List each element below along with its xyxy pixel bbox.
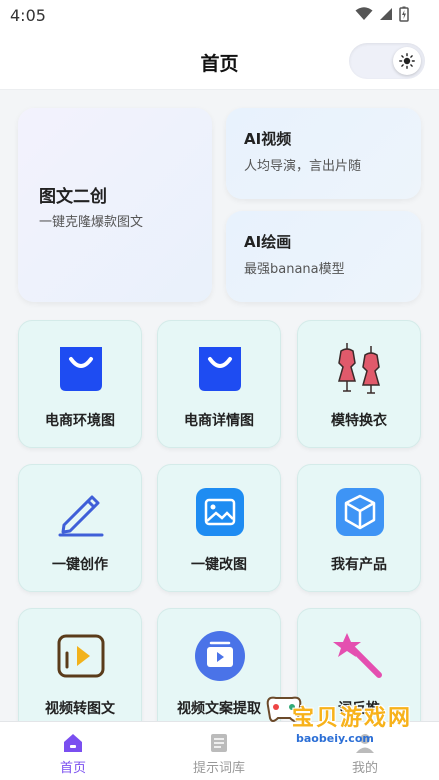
cube-icon	[333, 485, 387, 539]
tool-label: 视频转图文	[45, 701, 115, 717]
status-icons	[355, 6, 409, 22]
feature-card-title: 图文二创	[39, 187, 107, 207]
theme-toggle[interactable]	[349, 43, 425, 79]
tool-my-product[interactable]: 我有产品	[297, 464, 421, 592]
tool-model-outfit[interactable]: 模特换衣	[297, 320, 421, 448]
battery-icon	[399, 6, 409, 22]
home-icon	[64, 734, 82, 752]
tool-one-click-create[interactable]: 一键创作	[18, 464, 142, 592]
watermark-url: baobeiy.com	[296, 732, 374, 745]
shopping-bag-icon	[193, 341, 247, 395]
tab-label: 我的	[351, 761, 378, 776]
tool-label: 电商环境图	[45, 413, 115, 429]
tool-one-click-edit[interactable]: 一键改图	[157, 464, 281, 592]
tool-label: 模特换衣	[331, 413, 387, 429]
magic-wand-icon	[333, 629, 387, 683]
tab-home[interactable]: 首页	[0, 722, 146, 780]
pencil-icon	[54, 485, 108, 539]
image-icon	[193, 485, 247, 539]
signal-icon	[380, 8, 392, 20]
tool-ecommerce-detail[interactable]: 电商详情图	[157, 320, 281, 448]
tool-label: 一键改图	[191, 557, 247, 573]
tool-label: 电商详情图	[184, 413, 254, 429]
feature-card-title: AI绘画	[244, 233, 292, 251]
app-header: 首页	[0, 32, 439, 90]
mannequin-icon	[333, 341, 387, 395]
video-play-icon	[193, 629, 247, 683]
tool-video-to-article[interactable]: 视频转图文	[18, 608, 142, 736]
feature-card-ai-video[interactable]: AI视频 人均导演，言出片随	[226, 108, 421, 199]
watermark-text: 宝贝游戏网	[291, 706, 412, 731]
toggle-knob	[393, 47, 421, 75]
tab-label: 首页	[59, 761, 86, 776]
sun-icon	[399, 53, 415, 69]
tool-label: 一键创作	[52, 557, 108, 573]
tool-label: 我有产品	[331, 557, 387, 573]
tab-label: 提示词库	[192, 761, 245, 776]
tool-ecommerce-scene[interactable]: 电商环境图	[18, 320, 142, 448]
shopping-bag-icon	[54, 341, 108, 395]
feature-card-subtitle: 一键克隆爆款图文	[39, 215, 144, 230]
wifi-icon	[355, 7, 373, 20]
feature-card-remix[interactable]: 图文二创 一键克隆爆款图文	[18, 108, 212, 302]
watermark-logo: 宝贝游戏网 baobeiy.com	[262, 690, 412, 754]
status-time: 4:05	[10, 6, 46, 25]
feature-card-ai-painting[interactable]: AI绘画 最强banana模型	[226, 211, 421, 302]
feature-card-subtitle: 人均导演，言出片随	[244, 159, 362, 174]
document-icon	[211, 734, 227, 752]
video-frame-icon	[54, 629, 108, 683]
status-bar: 4:05	[0, 0, 439, 32]
feature-card-subtitle: 最强banana模型	[244, 262, 345, 277]
feature-card-title: AI视频	[244, 130, 292, 148]
